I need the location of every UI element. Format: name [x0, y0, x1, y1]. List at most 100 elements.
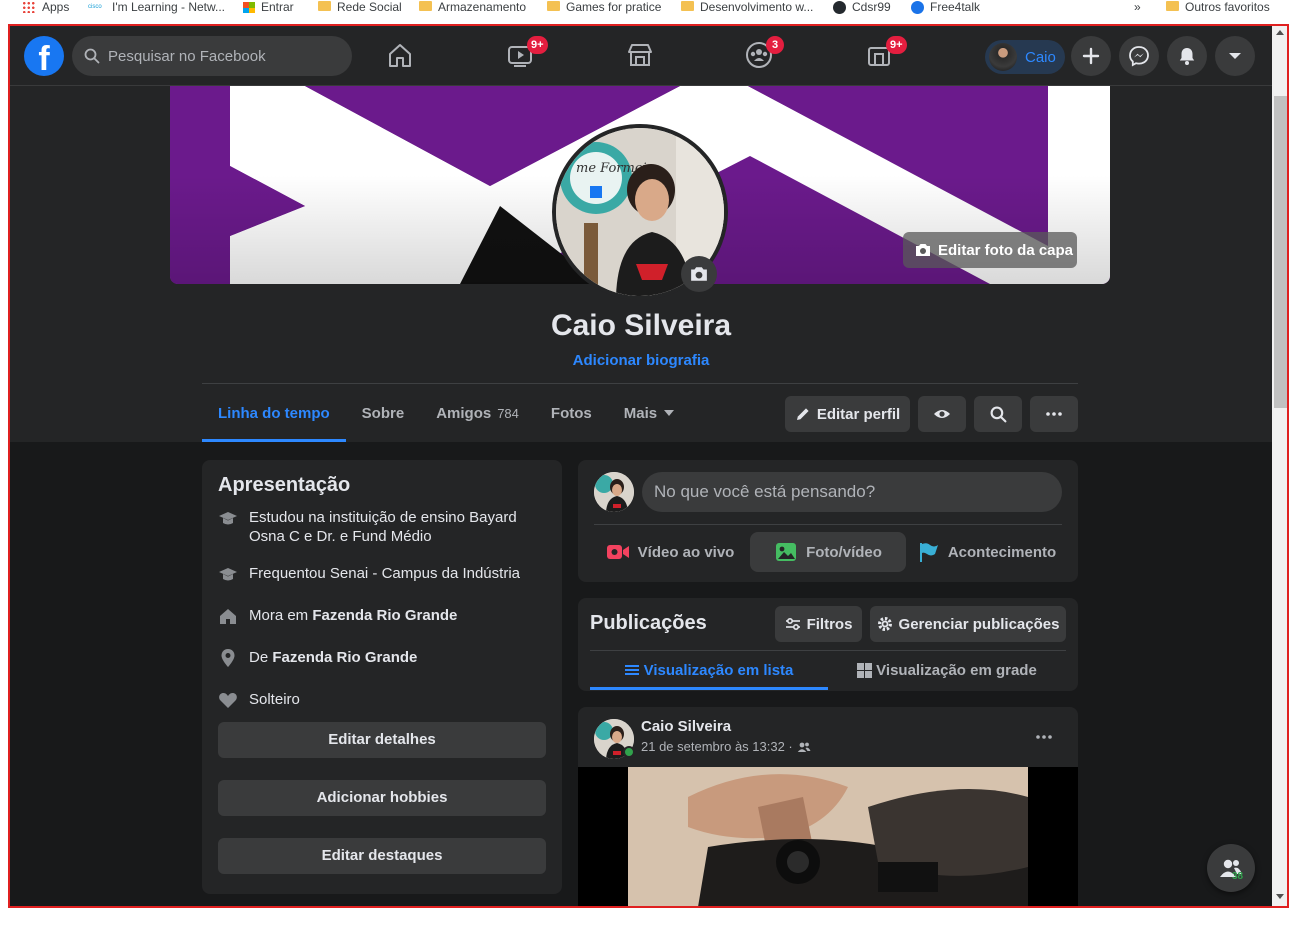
- watch-badge: 9+: [527, 36, 548, 54]
- folder-icon: [318, 1, 331, 11]
- camera-icon: [691, 267, 707, 281]
- avatar: [989, 43, 1017, 71]
- life-event-button[interactable]: Acontecimento: [910, 532, 1062, 572]
- bookmark-free4talk[interactable]: Free4talk: [911, 0, 980, 14]
- manage-posts-button[interactable]: Gerenciar publicações: [870, 606, 1066, 642]
- more-options-button[interactable]: [1030, 396, 1078, 432]
- tab-grid-view[interactable]: Visualização em grade: [828, 650, 1066, 690]
- post-card: Caio Silveira 21 de setembro às 13:32 ·: [578, 707, 1078, 906]
- intro-title: Apresentação: [218, 474, 351, 496]
- scroll-down-arrow[interactable]: [1276, 894, 1284, 899]
- profile-tabs: Linha do tempo Sobre Amigos 784 Fotos Mai…: [202, 384, 691, 442]
- marketplace-icon[interactable]: [625, 40, 655, 70]
- add-bio-link[interactable]: Adicionar biografia: [10, 352, 1272, 369]
- live-video-button[interactable]: Vídeo ao vivo: [594, 532, 746, 572]
- tab-list-view[interactable]: Visualização em lista: [590, 650, 828, 690]
- intro-education-2: Frequentou Senai - Campus da Indústria: [218, 564, 528, 584]
- edit-details-button[interactable]: Editar detalhes: [218, 722, 546, 758]
- add-hobbies-button[interactable]: Adicionar hobbies: [218, 780, 546, 816]
- intro-education-1: Estudou na instituição de ensino Bayard …: [218, 508, 528, 546]
- post-media[interactable]: [578, 767, 1078, 906]
- ellipsis-icon: [1036, 735, 1052, 739]
- filters-button[interactable]: Filtros: [775, 606, 862, 642]
- bookmark-outros-favoritos[interactable]: Outros favoritos: [1166, 0, 1270, 14]
- bookmarks-overflow[interactable]: »: [1134, 0, 1141, 14]
- top-navigation: f Pesquisar no Facebook 9+ 3 9+ Caio: [10, 26, 1272, 86]
- list-icon: [624, 665, 639, 675]
- whats-on-your-mind-input[interactable]: No que você está pensando?: [642, 472, 1062, 512]
- messenger-button[interactable]: [1119, 36, 1159, 76]
- search-icon: [990, 406, 1006, 422]
- bell-icon: [1179, 48, 1195, 65]
- edit-profile-button[interactable]: Editar perfil: [785, 396, 910, 432]
- bookmark-armazenamento[interactable]: Armazenamento: [419, 0, 526, 14]
- tab-about[interactable]: Sobre: [346, 384, 421, 442]
- post-meta: 21 de setembro às 13:32 ·: [641, 739, 811, 754]
- microsoft-icon: [243, 1, 255, 13]
- eye-icon: [934, 410, 950, 418]
- avatar[interactable]: [594, 472, 634, 512]
- post-photo: [628, 767, 1028, 906]
- home-icon[interactable]: [385, 40, 415, 70]
- page-scrollbar[interactable]: [1272, 26, 1287, 906]
- bookmark-apps[interactable]: Apps: [22, 0, 69, 14]
- facebook-logo[interactable]: f: [24, 36, 64, 76]
- account-menu-button[interactable]: [1215, 36, 1255, 76]
- graduation-cap-icon: [219, 568, 237, 581]
- heart-icon: [219, 693, 237, 708]
- post-options-button[interactable]: [1028, 721, 1060, 753]
- horizontal-scroll-thumb[interactable]: [498, 906, 546, 908]
- posts-title: Publicações: [590, 612, 707, 634]
- edit-featured-button[interactable]: Editar destaques: [218, 838, 546, 874]
- profile-shortcut[interactable]: Caio: [985, 40, 1065, 74]
- contacts-button[interactable]: 38: [1207, 844, 1255, 892]
- edit-cover-button[interactable]: Editar foto da capa: [903, 232, 1077, 268]
- change-profile-picture-button[interactable]: [681, 256, 717, 292]
- online-contacts-count: 38: [1232, 871, 1244, 882]
- search-input[interactable]: Pesquisar no Facebook: [72, 36, 352, 76]
- intro-card: Apresentação Estudou na instituição de e…: [202, 460, 562, 894]
- photo-icon: [776, 543, 797, 561]
- friends-count: 784: [497, 405, 519, 421]
- bookmark-desenvolvimento[interactable]: Desenvolvimento w...: [681, 0, 813, 14]
- composer-divider: [594, 524, 1062, 525]
- graduation-cap-icon: [219, 512, 237, 525]
- gear-icon: [877, 616, 892, 632]
- pencil-icon: [796, 408, 809, 420]
- gaming-badge: 9+: [886, 36, 907, 54]
- create-button[interactable]: [1071, 36, 1111, 76]
- bookmark-cdsr99[interactable]: Cdsr99: [833, 0, 891, 14]
- post-photo-graphic: [628, 767, 1028, 906]
- view-as-button[interactable]: [918, 396, 966, 432]
- notifications-button[interactable]: [1167, 36, 1207, 76]
- profile-name: Caio Silveira: [550, 309, 732, 342]
- scrollbar-thumb[interactable]: [1274, 96, 1287, 408]
- bookmark-im-learning[interactable]: cisco I'm Learning - Netw...: [88, 0, 225, 14]
- search-icon: [84, 48, 100, 64]
- bookmark-rede-social[interactable]: Rede Social: [318, 0, 402, 14]
- bookmark-entrar[interactable]: Entrar: [243, 0, 294, 14]
- messenger-icon: [1129, 46, 1149, 67]
- apps-grid-icon: [22, 1, 36, 13]
- post-timestamp[interactable]: 21 de setembro às 13:32 ·: [641, 739, 793, 754]
- post-author-name[interactable]: Caio Silveira: [641, 718, 731, 735]
- ellipsis-icon: [1046, 412, 1062, 416]
- tab-more[interactable]: Mais: [608, 384, 691, 442]
- tab-friends[interactable]: Amigos 784: [420, 384, 535, 442]
- caret-down-icon: [664, 410, 675, 416]
- tab-timeline[interactable]: Linha do tempo: [202, 384, 346, 442]
- tab-photos[interactable]: Fotos: [535, 384, 608, 442]
- cisco-icon: cisco: [88, 4, 102, 10]
- photo-video-button[interactable]: Foto/vídeo: [750, 532, 906, 572]
- post-composer: No que você está pensando? Vídeo ao vivo…: [578, 460, 1078, 582]
- bookmarks-bar: Apps cisco I'm Learning - Netw... Entrar …: [0, 0, 1296, 14]
- online-status-dot: [623, 746, 635, 758]
- filter-sliders-icon: [785, 617, 800, 631]
- posts-panel: Publicações Filtros Gerenciar publicaçõe…: [578, 598, 1078, 691]
- scroll-up-arrow[interactable]: [1276, 30, 1284, 35]
- groups-badge: 3: [766, 36, 784, 54]
- camera-icon: [916, 244, 930, 256]
- profile-search-button[interactable]: [974, 396, 1022, 432]
- bookmark-games[interactable]: Games for pratice: [547, 0, 661, 14]
- location-pin-icon: [221, 649, 235, 667]
